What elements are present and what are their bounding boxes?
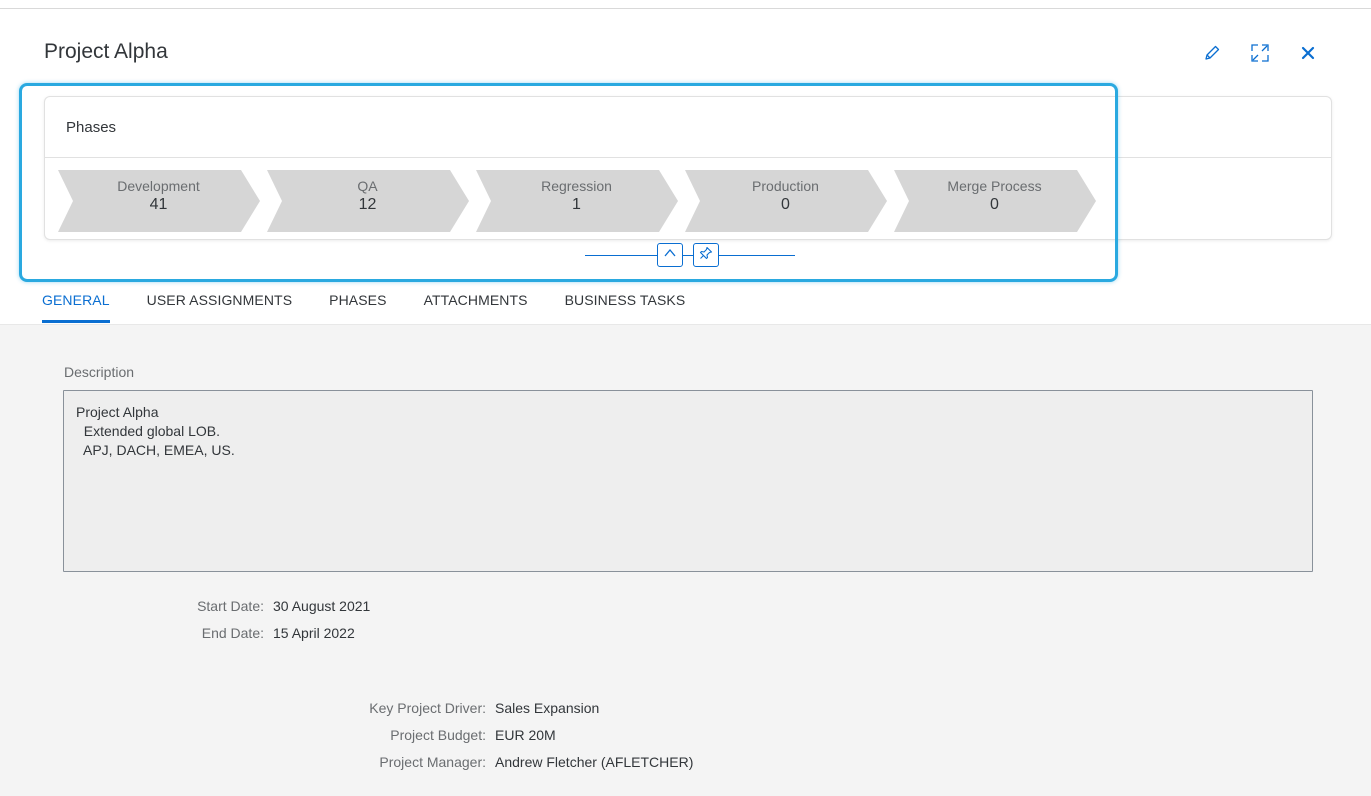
tab-business-tasks[interactable]: BUSINESS TASKS: [565, 282, 686, 324]
key-project-driver-label: Key Project Driver:: [369, 700, 486, 716]
pin-icon: [699, 246, 713, 265]
phase-label: Regression: [541, 178, 612, 194]
start-date-value: 30 August 2021: [273, 598, 371, 614]
phase-label: Production: [752, 178, 819, 194]
key-project-driver-row: Key Project Driver: Sales Expansion: [300, 700, 599, 716]
collapse-up-icon: [663, 246, 677, 265]
phase-chevron-development[interactable]: Development 41: [58, 170, 261, 232]
phase-count: 1: [572, 196, 581, 213]
close-button[interactable]: [1295, 40, 1321, 66]
tab-general[interactable]: GENERAL: [42, 282, 110, 324]
project-manager-value: Andrew Fletcher (AFLETCHER): [495, 754, 694, 770]
phase-count: 41: [149, 196, 168, 213]
phase-chevron-regression[interactable]: Regression 1: [476, 170, 679, 232]
collapse-bar-line-right: [719, 255, 795, 256]
project-budget-row: Project Budget: EUR 20M: [300, 727, 556, 743]
general-tab-content: Description Project Alpha Extended globa…: [0, 324, 1371, 796]
tab-phases[interactable]: PHASES: [329, 282, 386, 324]
key-project-driver-value: Sales Expansion: [495, 700, 600, 716]
close-icon: [1300, 45, 1316, 61]
tab-attachments[interactable]: ATTACHMENTS: [424, 282, 528, 324]
phase-label: Merge Process: [947, 178, 1042, 194]
end-date-row: End Date: 15 April 2022: [120, 625, 355, 641]
phase-count: 12: [358, 196, 377, 213]
phase-count: 0: [781, 196, 790, 213]
edit-icon: [1203, 44, 1221, 62]
edit-button[interactable]: [1199, 40, 1225, 66]
start-date-row: Start Date: 30 August 2021: [120, 598, 370, 614]
phase-count: 0: [990, 196, 999, 213]
phases-card: Phases Development 41 QA 12 Regression 1: [44, 96, 1332, 240]
phase-chevron-production[interactable]: Production 0: [685, 170, 888, 232]
collapse-bar-line-middle: [683, 255, 693, 256]
collapse-header-button[interactable]: [657, 243, 683, 267]
page-title: Project Alpha: [44, 40, 168, 63]
phase-chevron-qa[interactable]: QA 12: [267, 170, 470, 232]
phases-card-divider: [45, 157, 1331, 158]
project-manager-label: Project Manager:: [379, 754, 486, 770]
header-collapse-bar: [585, 242, 795, 270]
phase-chevron-merge-process[interactable]: Merge Process 0: [894, 170, 1097, 232]
end-date-label: End Date:: [201, 625, 264, 641]
project-budget-label: Project Budget:: [390, 727, 486, 743]
tab-bar: GENERAL USER ASSIGNMENTS PHASES ATTACHME…: [42, 282, 722, 324]
start-date-label: Start Date:: [197, 598, 264, 614]
fullscreen-icon: [1250, 43, 1270, 63]
project-manager-row: Project Manager: Andrew Fletcher (AFLETC…: [300, 754, 693, 770]
tab-user-assignments[interactable]: USER ASSIGNMENTS: [147, 282, 293, 324]
phases-card-title: Phases: [66, 119, 117, 136]
end-date-value: 15 April 2022: [273, 625, 355, 641]
description-label: Description: [64, 364, 135, 380]
fullscreen-button[interactable]: [1247, 40, 1273, 66]
collapse-bar-line-left: [585, 255, 657, 256]
project-budget-value: EUR 20M: [495, 727, 556, 743]
description-textarea[interactable]: Project Alpha Extended global LOB. APJ, …: [63, 390, 1313, 572]
phase-label: Development: [117, 178, 200, 194]
header-actions: [1199, 39, 1321, 67]
phase-label: QA: [357, 178, 378, 194]
pin-header-button[interactable]: [693, 243, 719, 267]
